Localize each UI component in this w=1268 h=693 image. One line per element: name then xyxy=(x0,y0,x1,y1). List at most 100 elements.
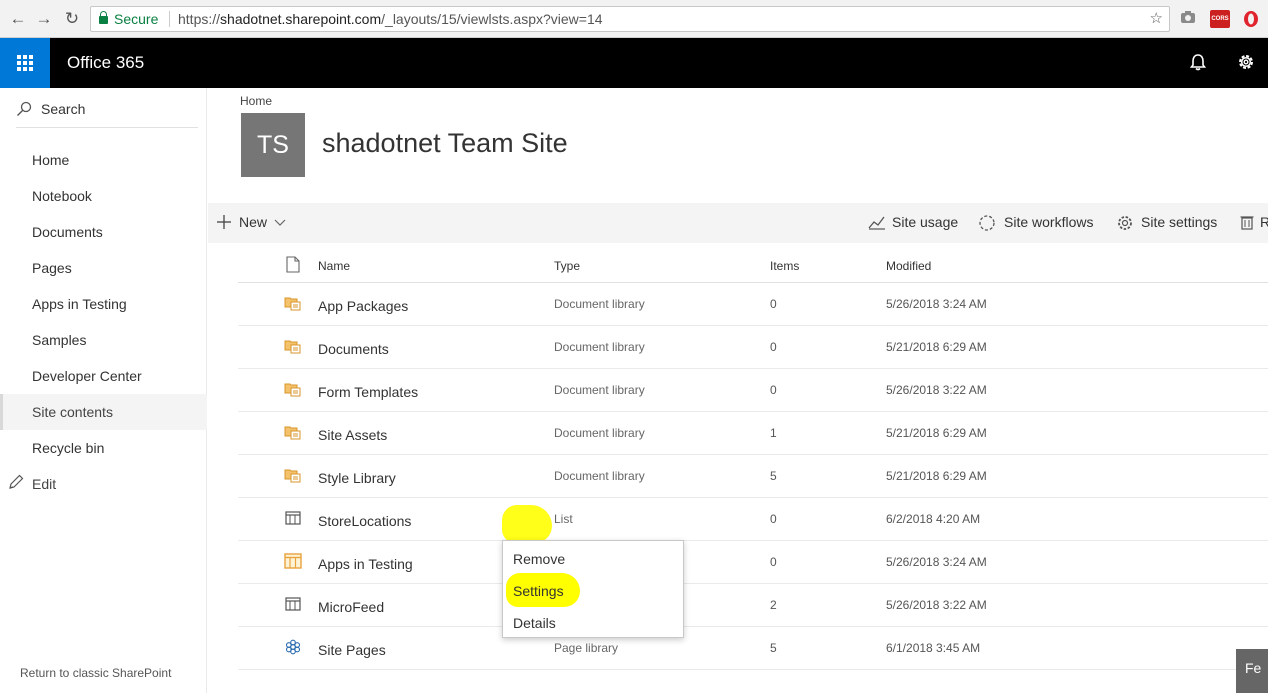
nav-item-home[interactable]: Home xyxy=(0,142,207,178)
row-name-link[interactable]: Apps in Testing xyxy=(318,556,413,572)
document-library-icon xyxy=(284,337,302,355)
row-name-link[interactable]: Site Pages xyxy=(318,642,386,658)
row-items-count: 0 xyxy=(770,512,777,526)
table-row[interactable]: MicroFeed 2 5/26/2018 3:22 AM xyxy=(238,584,1268,627)
app-launcher-icon[interactable] xyxy=(0,38,50,88)
omnibox-divider xyxy=(169,11,170,27)
edit-links-button[interactable]: Edit xyxy=(8,474,56,494)
row-name-link[interactable]: MicroFeed xyxy=(318,599,384,615)
browser-toolbar: ← → ↻ Secure https://shadotnet.sharepoin… xyxy=(0,0,1268,38)
breadcrumb[interactable]: Home xyxy=(240,94,272,108)
left-navigation: Search Home Notebook Documents Pages App… xyxy=(0,88,207,693)
document-library-icon xyxy=(284,466,302,484)
bookmark-star-icon[interactable]: ☆ xyxy=(1150,7,1163,31)
nav-item-developer-center[interactable]: Developer Center xyxy=(0,358,207,394)
nav-item-recycle-bin[interactable]: Recycle bin xyxy=(0,430,207,466)
plus-icon xyxy=(217,215,231,229)
document-library-icon xyxy=(284,294,302,312)
row-type: Document library xyxy=(554,426,645,440)
nav-item-site-contents[interactable]: Site contents xyxy=(0,394,207,430)
list-icon xyxy=(284,509,302,527)
row-items-count: 5 xyxy=(770,641,777,655)
table-row[interactable]: Documents Document library 0 5/21/2018 6:29… xyxy=(238,326,1268,369)
nav-item-pages[interactable]: Pages xyxy=(0,250,207,286)
list-icon xyxy=(284,595,302,613)
row-modified-date: 5/21/2018 6:29 AM xyxy=(886,340,987,354)
feedback-button[interactable]: Fe xyxy=(1236,649,1268,693)
opera-extension-icon[interactable] xyxy=(1242,10,1260,28)
table-row[interactable]: Site Assets Document library 1 5/21/2018 6:… xyxy=(238,412,1268,455)
list-header-row: Name Type Items Modified xyxy=(238,250,1268,283)
file-type-icon xyxy=(286,256,300,273)
search-box[interactable]: Search xyxy=(16,100,198,128)
menu-item-settings[interactable]: Settings xyxy=(513,583,564,599)
nav-item-apps-in-testing[interactable]: Apps in Testing xyxy=(0,286,207,322)
column-header-items[interactable]: Items xyxy=(770,259,799,273)
row-name-link[interactable]: Documents xyxy=(318,341,389,357)
row-name-link[interactable]: Site Assets xyxy=(318,427,387,443)
table-row[interactable]: App Packages Document library 0 5/26/2018 3… xyxy=(238,283,1268,326)
document-library-icon xyxy=(284,423,302,441)
menu-item-remove[interactable]: Remove xyxy=(513,551,565,567)
row-name-link[interactable]: StoreLocations xyxy=(318,513,411,529)
suite-header: Office 365 xyxy=(0,38,1268,88)
back-arrow-icon[interactable]: ← xyxy=(8,9,28,29)
forward-arrow-icon[interactable]: → xyxy=(34,9,54,29)
return-to-classic-link[interactable]: Return to classic SharePoint xyxy=(20,666,171,680)
column-header-modified[interactable]: Modified xyxy=(886,259,931,273)
table-row[interactable]: Apps in Testing 0 5/26/2018 3:24 AM xyxy=(238,541,1268,584)
row-items-count: 5 xyxy=(770,469,777,483)
reload-icon[interactable]: ↻ xyxy=(62,9,82,29)
row-modified-date: 5/26/2018 3:22 AM xyxy=(886,598,987,612)
row-modified-date: 5/26/2018 3:24 AM xyxy=(886,297,987,311)
chart-icon xyxy=(868,216,885,230)
search-label: Search xyxy=(41,101,86,117)
row-type: Document library xyxy=(554,340,645,354)
search-icon xyxy=(17,101,32,116)
settings-gear-icon[interactable] xyxy=(1235,51,1257,73)
notification-bell-icon[interactable] xyxy=(1188,52,1208,72)
chevron-down-icon xyxy=(274,219,286,226)
row-items-count: 1 xyxy=(770,426,777,440)
pencil-icon xyxy=(9,474,24,489)
table-row[interactable]: Style Library Document library 5 5/21/2018 … xyxy=(238,455,1268,498)
secure-indicator[interactable]: Secure xyxy=(99,7,158,31)
row-items-count: 0 xyxy=(770,340,777,354)
app-list-icon xyxy=(284,552,302,570)
camera-icon[interactable] xyxy=(1180,10,1196,28)
table-row[interactable]: StoreLocations List 0 6/2/2018 4:20 AM xyxy=(238,498,1268,541)
office-365-title[interactable]: Office 365 xyxy=(67,53,144,73)
highlight-mark xyxy=(502,505,552,543)
menu-item-details[interactable]: Details xyxy=(513,615,556,631)
nav-item-samples[interactable]: Samples xyxy=(0,322,207,358)
url-text[interactable]: https://shadotnet.sharepoint.com/_layout… xyxy=(178,7,603,31)
row-modified-date: 5/21/2018 6:29 AM xyxy=(886,469,987,483)
row-name-link[interactable]: Form Templates xyxy=(318,384,418,400)
lock-icon xyxy=(99,11,108,24)
row-name-link[interactable]: App Packages xyxy=(318,298,408,314)
row-items-count: 0 xyxy=(770,383,777,397)
address-bar[interactable]: Secure https://shadotnet.sharepoint.com/… xyxy=(90,6,1170,32)
command-bar: New Site usage Site workflows Site setti… xyxy=(208,203,1268,243)
nav-item-notebook[interactable]: Notebook xyxy=(0,178,207,214)
row-items-count: 0 xyxy=(770,297,777,311)
nav-item-documents[interactable]: Documents xyxy=(0,214,207,250)
context-menu: Remove Settings Details xyxy=(502,540,684,638)
table-row[interactable]: Site Pages Page library 5 6/1/2018 3:45 AM xyxy=(238,627,1268,670)
row-type: Document library xyxy=(554,297,645,311)
column-header-type[interactable]: Type xyxy=(554,259,580,273)
row-modified-date: 5/26/2018 3:22 AM xyxy=(886,383,987,397)
row-name-link[interactable]: Style Library xyxy=(318,470,396,486)
row-modified-date: 5/21/2018 6:29 AM xyxy=(886,426,987,440)
edit-label: Edit xyxy=(32,476,57,492)
row-items-count: 0 xyxy=(770,555,777,569)
column-header-name[interactable]: Name xyxy=(318,259,350,273)
site-title[interactable]: shadotnet Team Site xyxy=(322,128,568,159)
site-logo[interactable]: TS xyxy=(241,113,305,177)
cors-extension-icon[interactable]: CORS xyxy=(1210,10,1230,28)
row-modified-date: 6/2/2018 4:20 AM xyxy=(886,512,981,526)
table-row[interactable]: Form Templates Document library 0 5/26/2018… xyxy=(238,369,1268,412)
row-type: Page library xyxy=(554,641,619,655)
row-items-count: 2 xyxy=(770,598,777,612)
document-library-icon xyxy=(284,380,302,398)
